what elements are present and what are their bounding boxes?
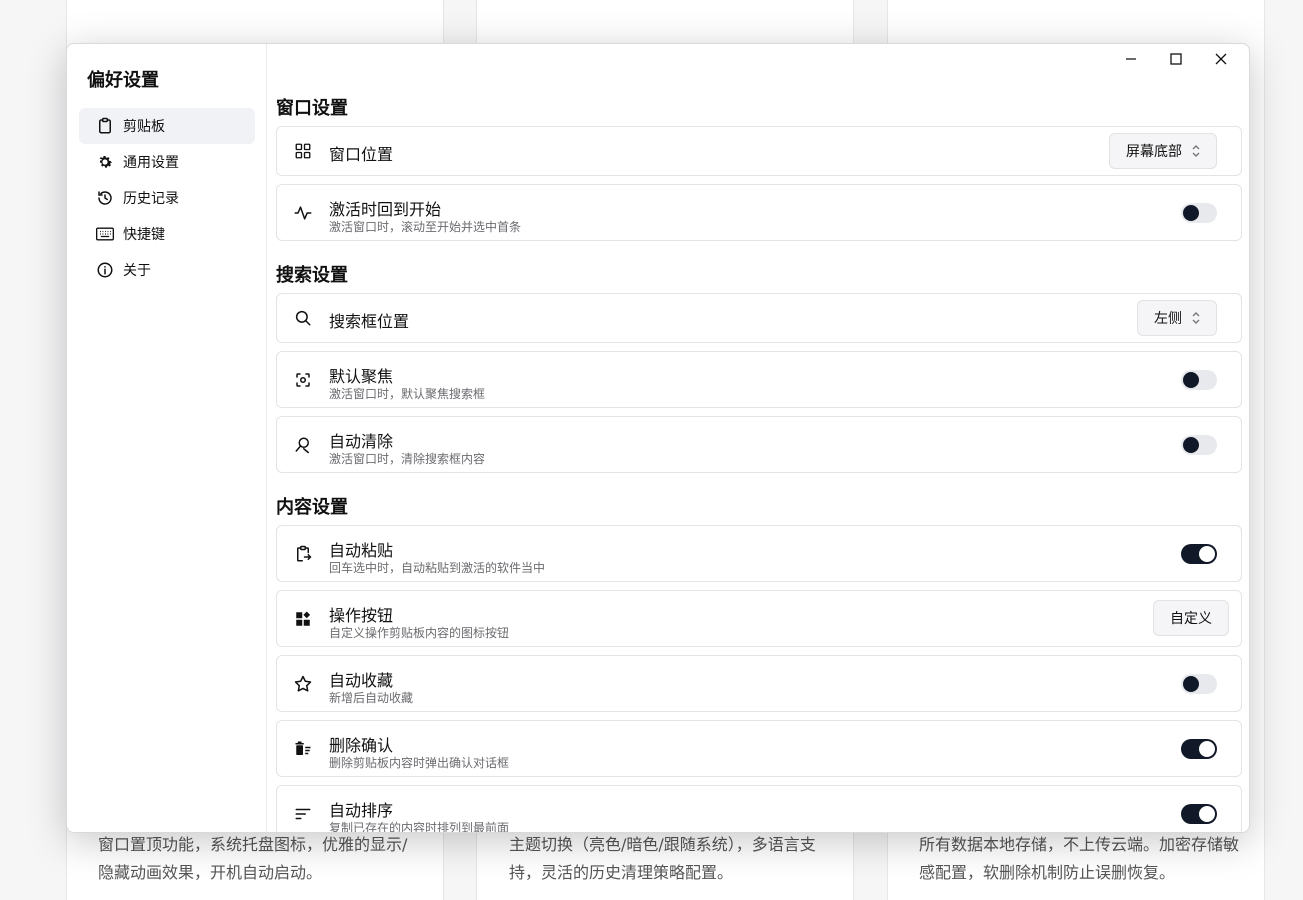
window-position-select[interactable]: 屏幕底部 <box>1109 133 1217 169</box>
setting-description: 新增后自动收藏 <box>329 691 414 705</box>
focus-icon <box>293 370 313 390</box>
background-card-text-1: 窗口置顶功能，系统托盘图标，优雅的显示/隐藏动画效果，开机自动启动。 <box>98 835 408 882</box>
select-value: 左侧 <box>1154 311 1182 327</box>
sidebar-item-label: 剪贴板 <box>123 119 165 135</box>
back-to-top-toggle[interactable] <box>1181 203 1217 223</box>
search-clear-icon <box>293 435 313 455</box>
background-card-text-3: 所有数据本地存储，不上传云端。加密存储敏感配置，软删除机制防止误删恢复。 <box>919 835 1240 882</box>
widgets-icon <box>293 609 313 629</box>
setting-description: 激活窗口时，默认聚焦搜索框 <box>329 387 486 401</box>
auto-sort-toggle[interactable] <box>1181 804 1217 824</box>
setting-title: 删除确认 <box>329 736 394 755</box>
gear-icon <box>95 152 115 172</box>
setting-title: 自动粘贴 <box>329 541 394 560</box>
sidebar-item-clipboard[interactable]: 剪贴板 <box>79 108 255 144</box>
clipboard-icon <box>95 116 115 136</box>
default-focus-toggle[interactable] <box>1181 370 1217 390</box>
setting-title: 激活时回到开始 <box>329 200 442 219</box>
sidebar-nav: 剪贴板 通用设置 历史记录 快捷键 关于 <box>79 108 255 288</box>
setting-title: 窗口位置 <box>329 145 394 164</box>
setting-description: 删除剪贴板内容时弹出确认对话框 <box>329 756 510 770</box>
setting-auto-clear: 自动清除 激活窗口时，清除搜索框内容 <box>276 416 1242 473</box>
sidebar-item-label: 历史记录 <box>123 191 179 207</box>
keyboard-icon <box>95 224 115 244</box>
delete-icon <box>293 739 313 759</box>
preferences-window: 偏好设置 剪贴板 通用设置 历史记录 快捷键 关于 窗口设置 窗口位置 屏幕底部… <box>66 43 1250 833</box>
background-card-text-2: 主题切换（亮色/暗色/跟随系统），多语言支持，灵活的历史清理策略配置。 <box>509 835 816 882</box>
clipboard-paste-icon <box>293 544 313 564</box>
search-icon <box>293 308 313 328</box>
setting-description: 自定义操作剪贴板内容的图标按钮 <box>329 626 510 640</box>
info-icon <box>95 260 115 280</box>
setting-auto-favorite: 自动收藏 新增后自动收藏 <box>276 655 1242 712</box>
setting-title: 自动收藏 <box>329 671 394 690</box>
setting-title: 自动清除 <box>329 432 394 451</box>
section-title-window: 窗口设置 <box>276 98 348 119</box>
setting-action-buttons: 操作按钮 自定义操作剪贴板内容的图标按钮 自定义 <box>276 590 1242 647</box>
setting-auto-paste: 自动粘贴 回车选中时，自动粘贴到激活的软件当中 <box>276 525 1242 582</box>
section-title-content: 内容设置 <box>276 497 348 518</box>
auto-paste-toggle[interactable] <box>1181 544 1217 564</box>
sidebar-item-label: 关于 <box>123 263 151 279</box>
setting-description: 激活窗口时，清除搜索框内容 <box>329 452 486 466</box>
sidebar: 偏好设置 剪贴板 通用设置 历史记录 快捷键 关于 <box>67 44 267 832</box>
chevron-updown-icon <box>1190 144 1202 158</box>
setting-back-to-top: 激活时回到开始 激活窗口时，滚动至开始并选中首条 <box>276 184 1242 241</box>
section-title-search: 搜索设置 <box>276 265 348 286</box>
setting-description: 复制已存在的内容时排列到最前面 <box>329 821 510 833</box>
star-icon <box>293 674 313 694</box>
delete-confirm-toggle[interactable] <box>1181 739 1217 759</box>
sidebar-item-history[interactable]: 历史记录 <box>79 180 255 216</box>
sidebar-title: 偏好设置 <box>87 70 159 91</box>
setting-title: 默认聚焦 <box>329 367 394 386</box>
setting-title: 自动排序 <box>329 801 394 820</box>
setting-default-focus: 默认聚焦 激活窗口时，默认聚焦搜索框 <box>276 351 1242 408</box>
setting-auto-sort: 自动排序 复制已存在的内容时排列到最前面 <box>276 785 1242 833</box>
activity-icon <box>293 203 313 223</box>
auto-clear-toggle[interactable] <box>1181 435 1217 455</box>
customize-button[interactable]: 自定义 <box>1153 600 1229 636</box>
settings-content[interactable]: 窗口设置 窗口位置 屏幕底部 激活时回到开始 激活窗口时，滚动至开始并选中首条 … <box>276 44 1242 832</box>
search-position-select[interactable]: 左侧 <box>1137 300 1217 336</box>
sidebar-item-shortcuts[interactable]: 快捷键 <box>79 216 255 252</box>
setting-description: 激活窗口时，滚动至开始并选中首条 <box>329 220 522 234</box>
setting-title: 操作按钮 <box>329 606 394 625</box>
setting-window-position: 窗口位置 屏幕底部 <box>276 126 1242 176</box>
sidebar-item-about[interactable]: 关于 <box>79 252 255 288</box>
setting-search-position: 搜索框位置 左侧 <box>276 293 1242 343</box>
sidebar-item-label: 快捷键 <box>123 227 165 243</box>
select-value: 屏幕底部 <box>1126 144 1182 160</box>
chevron-updown-icon <box>1190 311 1202 325</box>
setting-delete-confirm: 删除确认 删除剪贴板内容时弹出确认对话框 <box>276 720 1242 777</box>
grid-icon <box>293 141 313 161</box>
history-icon <box>95 188 115 208</box>
sidebar-item-label: 通用设置 <box>123 155 179 171</box>
sidebar-item-general[interactable]: 通用设置 <box>79 144 255 180</box>
sort-icon <box>293 804 313 824</box>
setting-title: 搜索框位置 <box>329 312 410 331</box>
auto-favorite-toggle[interactable] <box>1181 674 1217 694</box>
setting-description: 回车选中时，自动粘贴到激活的软件当中 <box>329 561 546 575</box>
